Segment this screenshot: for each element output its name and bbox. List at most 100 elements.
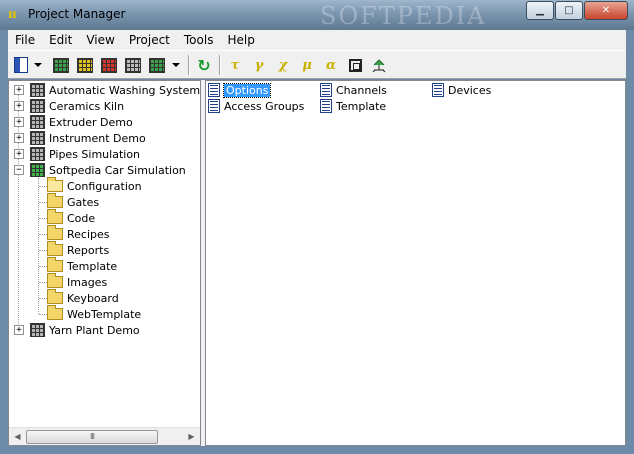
tree-item-webtemplate[interactable]: WebTemplate — [47, 305, 142, 322]
menu-file[interactable]: File — [8, 33, 42, 47]
delete-project-button[interactable] — [100, 56, 118, 74]
tree-item-gates[interactable]: Gates — [47, 193, 100, 210]
tree-item-softpedia-car-simulation[interactable]: − Softpedia Car Simulation — [14, 162, 186, 178]
project-icon — [30, 147, 45, 161]
tree-item-keyboard[interactable]: Keyboard — [47, 289, 119, 306]
tree-item-label: Recipes — [67, 227, 110, 241]
tree-item-code[interactable]: Code — [47, 209, 96, 226]
refresh-button[interactable]: ↻ — [195, 56, 213, 75]
frame-tool-button[interactable] — [346, 56, 364, 74]
tree-item-extruder-demo[interactable]: + Extruder Demo — [14, 114, 133, 130]
project-properties-button[interactable] — [124, 56, 142, 74]
menu-tools[interactable]: Tools — [177, 33, 221, 47]
tree-item-yarn-plant-demo[interactable]: + Yarn Plant Demo — [14, 322, 140, 338]
run-project-dropdown[interactable] — [172, 63, 180, 67]
network-tool-button[interactable] — [370, 56, 388, 74]
tree-branch — [39, 250, 47, 251]
title-bar[interactable]: π Project Manager SOFTPEDIA ▁ □ ✕ — [0, 0, 634, 30]
tree-item-label: Extruder Demo — [49, 115, 133, 129]
tree-item-label: Configuration — [67, 179, 142, 193]
project-active-icon — [30, 163, 45, 177]
tool-chi-button[interactable]: χ — [274, 56, 292, 74]
tool-tau-button[interactable]: τ — [226, 56, 244, 74]
book-icon — [14, 57, 28, 73]
expand-toggle[interactable]: + — [14, 85, 24, 95]
gamma-icon: γ — [254, 57, 264, 73]
tree-horizontal-scrollbar[interactable]: ◀ III ▶ — [9, 427, 200, 445]
project-icon — [30, 99, 45, 113]
expand-toggle[interactable]: + — [14, 117, 24, 127]
list-item-label: Channels — [336, 83, 387, 97]
list-item-devices[interactable]: Devices — [432, 82, 491, 98]
expand-toggle[interactable]: + — [14, 133, 24, 143]
tree-item-images[interactable]: Images — [47, 273, 107, 290]
tree-item-label: Yarn Plant Demo — [49, 323, 140, 337]
menu-help[interactable]: Help — [220, 33, 261, 47]
tree-item-reports[interactable]: Reports — [47, 241, 109, 258]
tool-mu-button[interactable]: μ — [298, 56, 316, 74]
tree-child-line — [38, 178, 39, 314]
list-item-access-groups[interactable]: Access Groups — [208, 98, 304, 114]
tree-item-label: Code — [67, 211, 96, 225]
tree-item-recipes[interactable]: Recipes — [47, 225, 110, 242]
tree-item-configuration[interactable]: Configuration — [47, 177, 142, 194]
maximize-button[interactable]: □ — [555, 1, 583, 20]
menu-view[interactable]: View — [79, 33, 121, 47]
folder-open-icon — [47, 177, 63, 192]
tree-item-label: Automatic Washing System Der — [49, 83, 201, 97]
tau-icon: τ — [230, 57, 240, 73]
project-manager-window: π Project Manager SOFTPEDIA ▁ □ ✕ File E… — [0, 0, 634, 454]
document-icon — [208, 83, 220, 97]
tool-alpha-button[interactable]: α — [322, 56, 340, 74]
document-icon — [208, 99, 220, 113]
tree-item-label: Template — [67, 259, 118, 273]
tool-gamma-button[interactable]: γ — [250, 56, 268, 74]
watermark: SOFTPEDIA — [320, 2, 487, 30]
menu-edit[interactable]: Edit — [42, 33, 79, 47]
project-icon — [30, 131, 45, 145]
tree-branch — [39, 186, 47, 187]
new-project-button[interactable] — [52, 56, 70, 74]
folder-icon — [47, 289, 63, 304]
expand-toggle[interactable]: + — [14, 101, 24, 111]
window-controls: ▁ □ ✕ — [525, 1, 628, 20]
edit-project-button[interactable] — [76, 56, 94, 74]
folder-icon — [47, 305, 63, 320]
toolbar: ↻ τ γ χ μ α — [8, 50, 626, 79]
run-project-button[interactable] — [148, 56, 166, 74]
expand-toggle[interactable]: + — [14, 149, 24, 159]
expand-toggle[interactable]: + — [14, 325, 24, 335]
collapse-toggle[interactable]: − — [14, 165, 24, 175]
tree-item-instrument-demo[interactable]: + Instrument Demo — [14, 130, 146, 146]
list-item-options[interactable]: Options — [208, 82, 272, 98]
scroll-right-arrow[interactable]: ▶ — [183, 428, 200, 445]
list-item-template[interactable]: Template — [320, 98, 386, 114]
tree-item-label: Gates — [67, 195, 100, 209]
tree-item-pipes-simulation[interactable]: + Pipes Simulation — [14, 146, 140, 162]
project-tree[interactable]: + Automatic Washing System Der + Ceramic… — [8, 80, 201, 446]
tree-item-template[interactable]: Template — [47, 257, 118, 274]
tree-item-label: Instrument Demo — [49, 131, 146, 145]
tree-branch — [39, 282, 47, 283]
tree-item-ceramics-kiln[interactable]: + Ceramics Kiln — [14, 98, 124, 114]
grid-green-icon — [53, 57, 69, 73]
scroll-left-arrow[interactable]: ◀ — [9, 428, 26, 445]
open-project-dropdown[interactable] — [34, 63, 42, 67]
scroll-thumb[interactable]: III — [26, 430, 158, 444]
app-icon: π — [8, 7, 17, 21]
tree-item-label: Pipes Simulation — [49, 147, 141, 161]
grid-yellow-icon — [77, 57, 93, 73]
close-button[interactable]: ✕ — [584, 1, 628, 20]
item-list[interactable]: Options Channels Devices Access Groups T… — [205, 80, 626, 446]
grid-gray-icon — [125, 57, 141, 73]
tree-item-automatic-washing[interactable]: + Automatic Washing System Der — [14, 82, 201, 98]
tree-item-label: WebTemplate — [67, 307, 142, 321]
open-project-button[interactable] — [12, 56, 30, 74]
menu-project[interactable]: Project — [122, 33, 177, 47]
folder-icon — [47, 273, 63, 288]
minimize-button[interactable]: ▁ — [526, 1, 554, 20]
tree-item-label: Ceramics Kiln — [49, 99, 125, 113]
list-item-channels[interactable]: Channels — [320, 82, 387, 98]
folder-icon — [47, 209, 63, 224]
tree-item-label: Softpedia Car Simulation — [49, 163, 186, 177]
